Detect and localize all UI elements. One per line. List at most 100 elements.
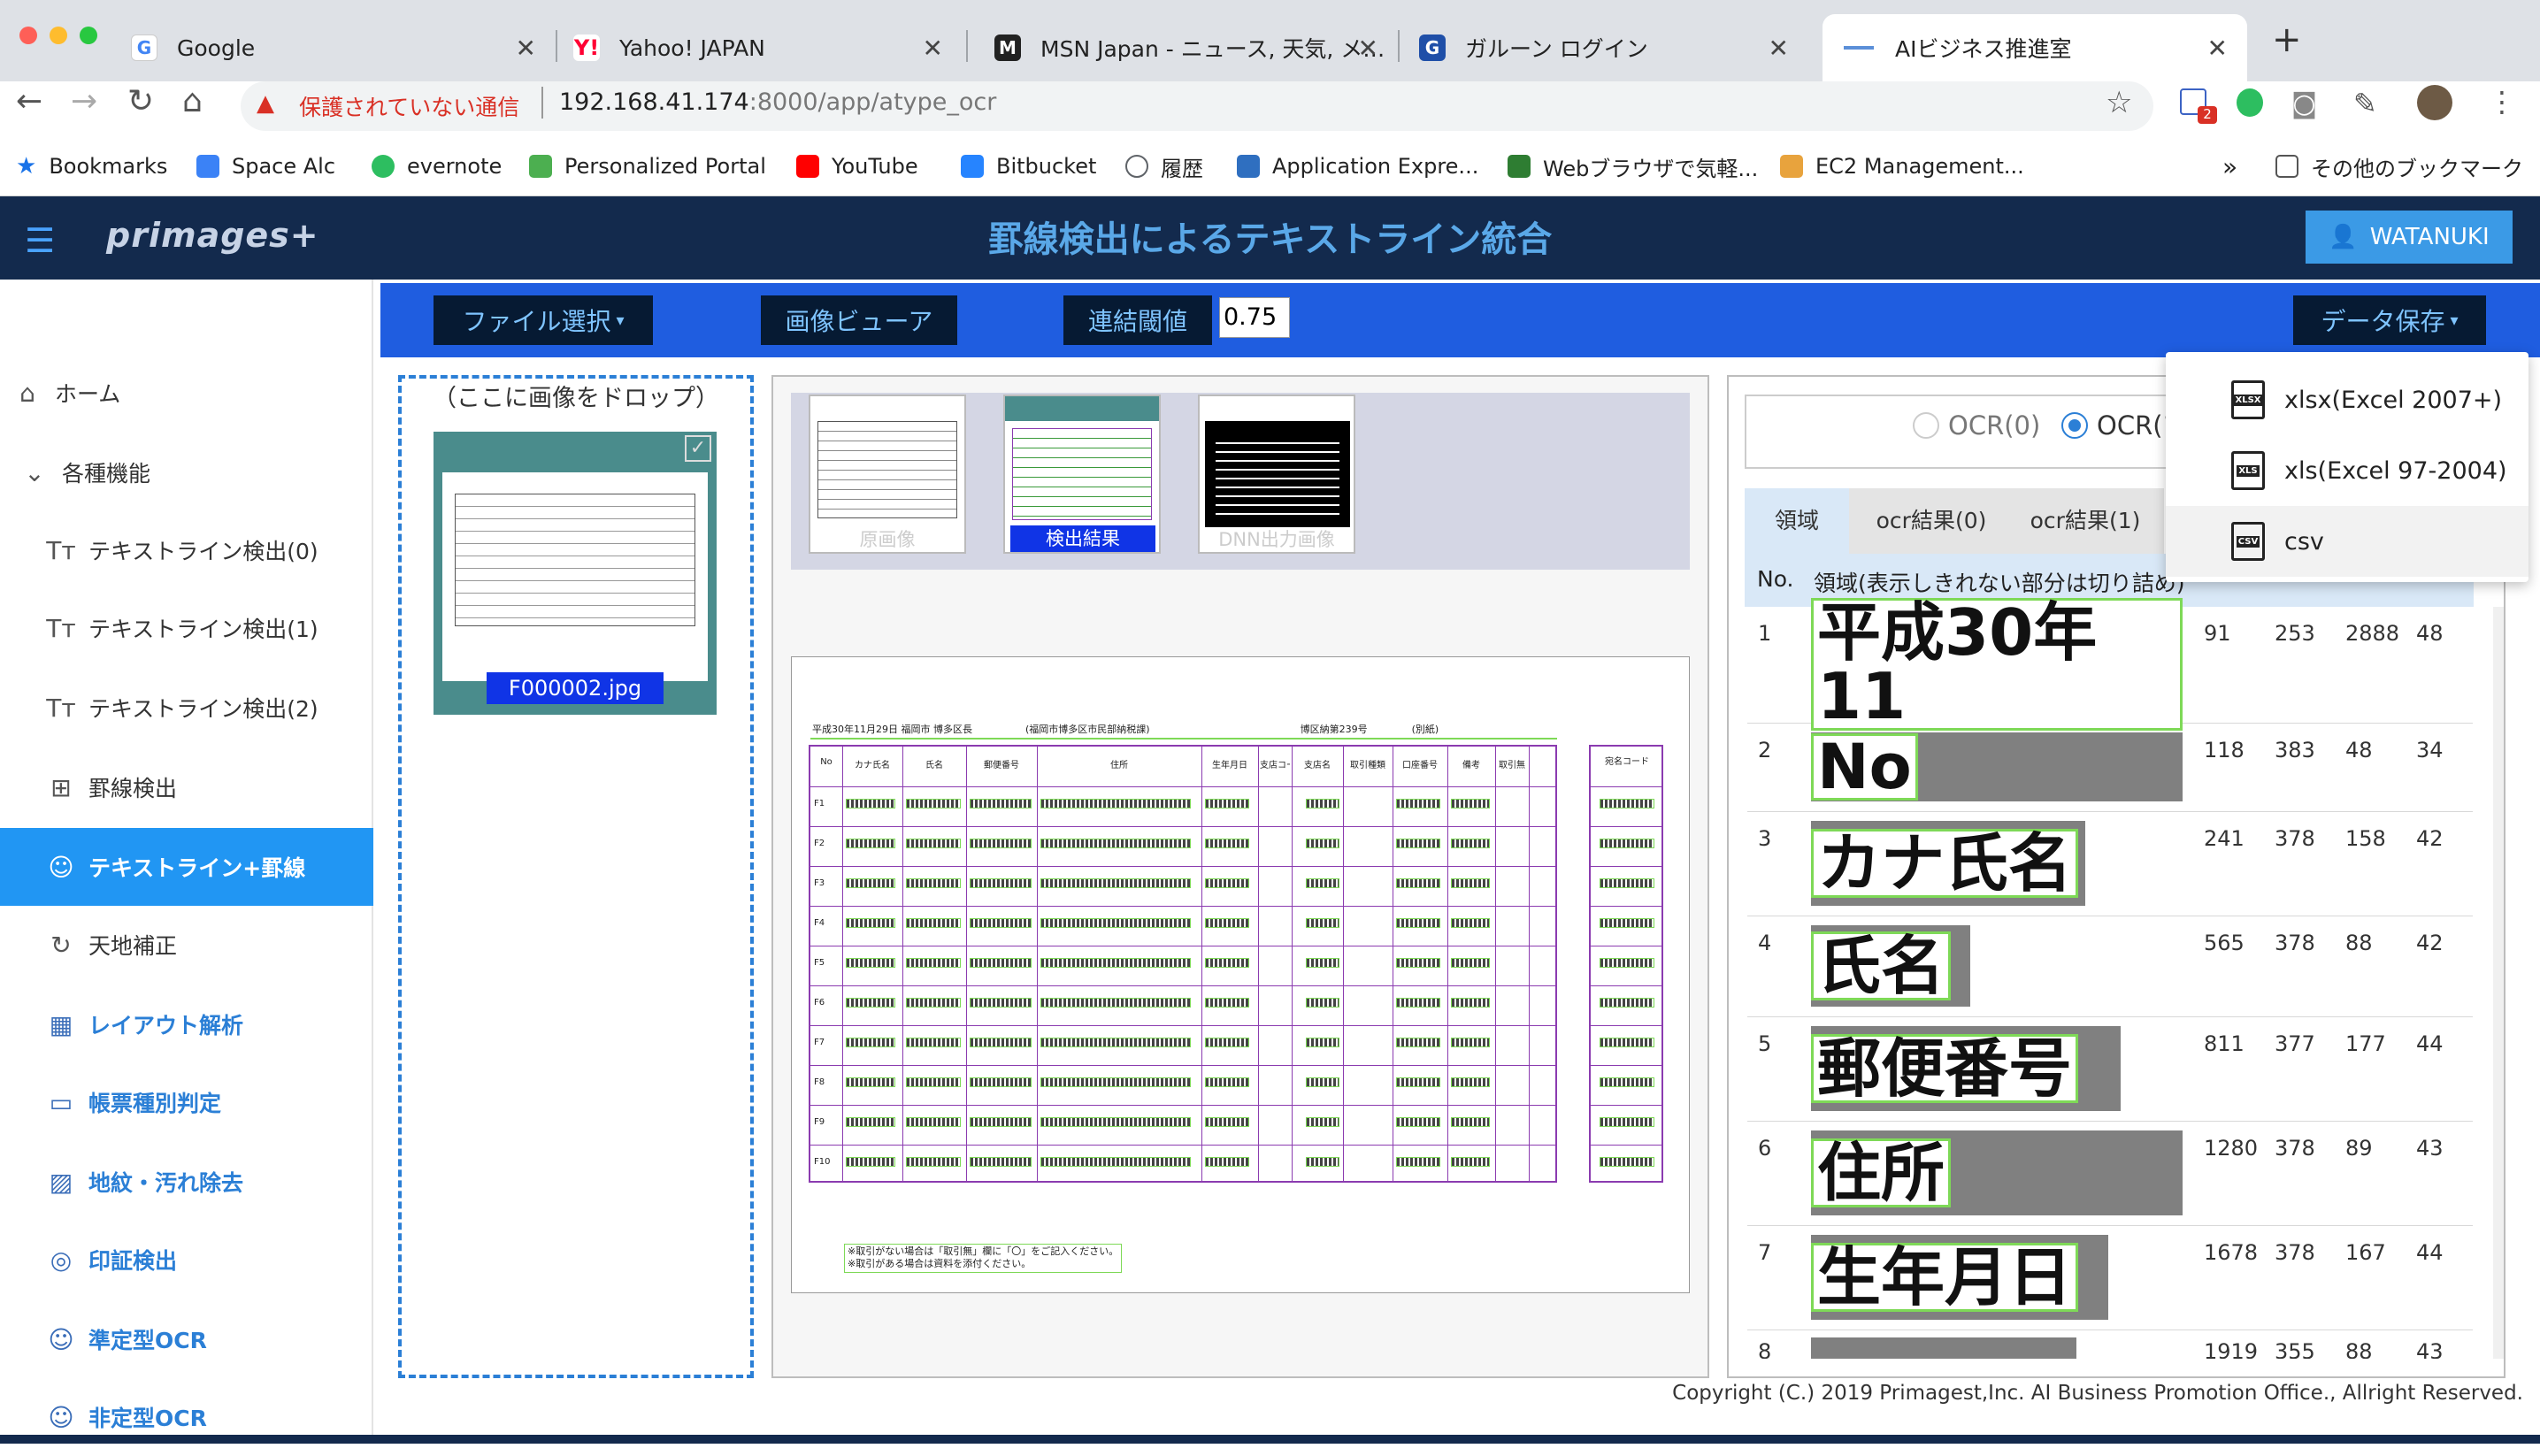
close-tab-icon[interactable]: ✕ [923,34,943,63]
other-bookmarks[interactable]: その他のブックマーク [2275,147,2523,186]
close-window-button[interactable] [19,27,37,44]
evernote-extension-icon[interactable] [2237,88,2263,117]
bookmark-item[interactable]: 履歴 [1125,147,1203,186]
browser-tab[interactable]: M MSN Japan - ニュース, 天気, メ… ✕ [994,14,1398,81]
table-row[interactable]: 3 カナ氏名 241 378 158 42 [1747,812,2473,916]
sidebar-item[interactable]: ▨ 地紋・汚れ除去 [0,1143,373,1221]
row-value: 565 [2204,931,2245,955]
sidebar-item[interactable]: Tт テキストライン検出(0) [0,511,373,589]
close-tab-icon[interactable]: ✕ [2207,34,2228,63]
file-select-button[interactable]: ファイル選択 ▾ [434,295,653,345]
reload-icon[interactable]: ↻ [127,83,154,119]
tab-area[interactable]: 領域 [1745,488,1849,554]
radio-ocr0[interactable]: OCR(0) [1913,410,2040,441]
results-scrollbar[interactable] [2493,607,2504,1359]
bookmarks-overflow-button[interactable]: » [2222,147,2237,186]
browser-tab[interactable]: G ガルーン ログイン ✕ [1419,14,1808,81]
bookmark-item[interactable]: Space Alc [196,147,335,186]
maximize-window-button[interactable] [80,27,97,44]
save-xls-option[interactable]: XLS xls(Excel 97-2004) [2166,435,2528,506]
action-toolbar [380,283,2540,357]
detected-text-box [1451,878,1490,888]
sidebar-item[interactable]: ▭ 帳票種別判定 [0,1063,373,1141]
thumb-dnn[interactable]: DNN出力画像 [1198,395,1355,554]
table-row[interactable]: 1 平成30年11 91 253 2888 48 [1747,598,2473,731]
bookmark-item[interactable]: Application Expre... [1237,147,1478,186]
detected-text-box [1306,1077,1339,1087]
profile-avatar[interactable] [2417,85,2452,120]
thumb-detection[interactable]: 検出結果 [1003,395,1161,554]
sidebar-item[interactable]: Tт テキストライン検出(2) [0,669,373,747]
url-path: :8000/app/atype_ocr [748,88,997,116]
row-value: 48 [2416,621,2444,646]
image-viewer-button[interactable]: 画像ビューア [761,295,957,345]
sidebar-item-label: テキストライン+罫線 [88,855,306,881]
detected-text-box [846,998,895,1008]
bookmark-item[interactable]: evernote [372,147,502,186]
detected-text-box [1205,958,1249,968]
save-xlsx-option[interactable]: XLSX xlsx(Excel 2007+) [2166,364,2528,435]
sidebar-item[interactable]: ↻ 天地補正 [0,906,373,984]
user-button[interactable]: 👤 WATANUKI [2306,211,2513,264]
table-row[interactable]: 7 生年月日 1678 378 167 44 [1747,1226,2473,1330]
table-row[interactable]: 5 郵便番号 811 377 177 44 [1747,1017,2473,1122]
sidebar-item[interactable]: ☺ 準定型OCR [0,1300,373,1378]
browser-menu-icon[interactable]: ⋮ [2488,85,2516,119]
evernote-icon [372,155,395,178]
table-row[interactable]: 4 氏名 565 378 88 42 [1747,916,2473,1017]
sidebar-item[interactable]: ⊞ 罫線検出 [0,748,373,826]
file-thumbnail[interactable]: ✓ F000002.jpg [434,432,717,715]
forward-icon[interactable]: → [71,83,97,119]
browser-tab[interactable]: Y! Yahoo! JAPAN ✕ [573,14,963,81]
sidebar-item[interactable]: ⌄ 各種機能 [0,433,373,511]
address-field[interactable] [241,81,2153,131]
close-tab-icon[interactable]: ✕ [1769,34,1789,63]
bookmark-item[interactable]: ★ Bookmarks [16,147,167,186]
detected-text-box [846,799,895,808]
star-icon[interactable]: ☆ [2106,85,2132,120]
bookmark-label: Bookmarks [49,154,168,179]
thumb-original[interactable]: 原画像 [809,395,966,554]
sidebar-item[interactable]: ◎ 印証検出 [0,1221,373,1299]
sidebar-item[interactable]: Tт テキストライン検出(1) [0,589,373,667]
sidebar-item[interactable]: ▦ レイアウト解析 [0,985,373,1063]
minimize-window-button[interactable] [50,27,67,44]
browser-tab[interactable]: G Google ✕ [131,14,556,81]
sidebar-item[interactable]: ⌂ ホーム [0,354,373,432]
bookmark-item[interactable]: YouTube [796,147,918,186]
sidebar-item[interactable]: ☺ テキストライン+罫線 [0,828,373,906]
save-data-button[interactable]: データ保存 ▾ [2293,295,2486,345]
threshold-input[interactable]: 0.75 [1219,297,1290,338]
close-tab-icon[interactable]: ✕ [516,34,536,63]
bookmark-item[interactable]: EC2 Management... [1780,147,2024,186]
sidebar-item-label: 各種機能 [62,461,151,487]
table-row[interactable]: 2 No 118 383 48 34 [1747,724,2473,812]
row-value: 811 [2204,1031,2245,1056]
save-csv-option[interactable]: CSV csv [2166,506,2528,577]
doc-row-number: F2 [814,839,825,848]
checkbox-icon[interactable]: ✓ [685,435,711,462]
bookmark-label: evernote [407,154,503,179]
detected-text-box [1451,839,1490,848]
tab-ocr0[interactable]: ocr結果(0) [1869,488,1994,554]
bookmark-item[interactable]: Webブラウザで気軽... [1508,147,1758,186]
table-gridline [810,985,1555,986]
detected-text-box [1040,1077,1191,1087]
tab-ocr1[interactable]: ocr結果(1) [2022,488,2148,554]
table-gridline [1529,747,1530,1181]
browser-tab-active[interactable]: AIビジネス推進室 ✕ [1823,14,2247,81]
bookmark-item[interactable]: Personalized Portal [529,147,766,186]
new-tab-button[interactable]: + [2272,19,2302,60]
sidebar-item-label: 印証検出 [88,1248,178,1274]
detected-text-box [1205,1038,1249,1047]
bookmark-item[interactable]: Bitbucket [961,147,1096,186]
history-icon [1125,155,1148,178]
detected-text-box [1306,918,1339,928]
sidebar-item[interactable]: ☺ 非定型OCR [0,1378,373,1456]
close-tab-icon[interactable]: ✕ [1358,34,1378,63]
back-icon[interactable]: ← [16,83,42,119]
home-icon[interactable]: ⌂ [182,83,203,119]
camera-icon[interactable]: ◙ [2291,88,2317,119]
table-row[interactable]: 6 住所 1280 378 89 43 [1747,1122,2473,1226]
eyedropper-icon[interactable]: ✎ [2353,87,2377,120]
